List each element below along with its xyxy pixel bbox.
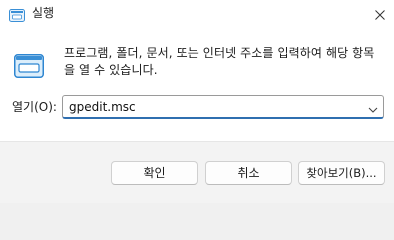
close-button[interactable] xyxy=(366,2,394,26)
cancel-button[interactable]: 취소 xyxy=(205,161,292,185)
run-dialog: 실행 프로그램, 폴더, 문서, 또는 인터넷 주소를 입력하여 해당 항목을 … xyxy=(0,0,394,203)
ok-button[interactable]: 확인 xyxy=(111,161,198,185)
button-bar: 확인 취소 찾아보기(B)... xyxy=(0,141,394,203)
browse-button[interactable]: 찾아보기(B)... xyxy=(298,161,385,185)
run-dialog-icon xyxy=(14,54,44,78)
run-dialog-icon xyxy=(9,7,25,22)
open-input[interactable]: gpedit.msc xyxy=(69,99,136,115)
dialog-message: 프로그램, 폴더, 문서, 또는 인터넷 주소를 입력하여 해당 항목을 열 수… xyxy=(64,46,375,77)
chevron-down-icon[interactable] xyxy=(367,101,379,113)
open-combobox[interactable]: gpedit.msc xyxy=(62,95,384,119)
title-bar: 실행 xyxy=(0,0,394,28)
close-icon xyxy=(375,5,385,24)
window-title: 실행 xyxy=(32,6,55,20)
open-label: 열기(O): xyxy=(12,100,57,114)
